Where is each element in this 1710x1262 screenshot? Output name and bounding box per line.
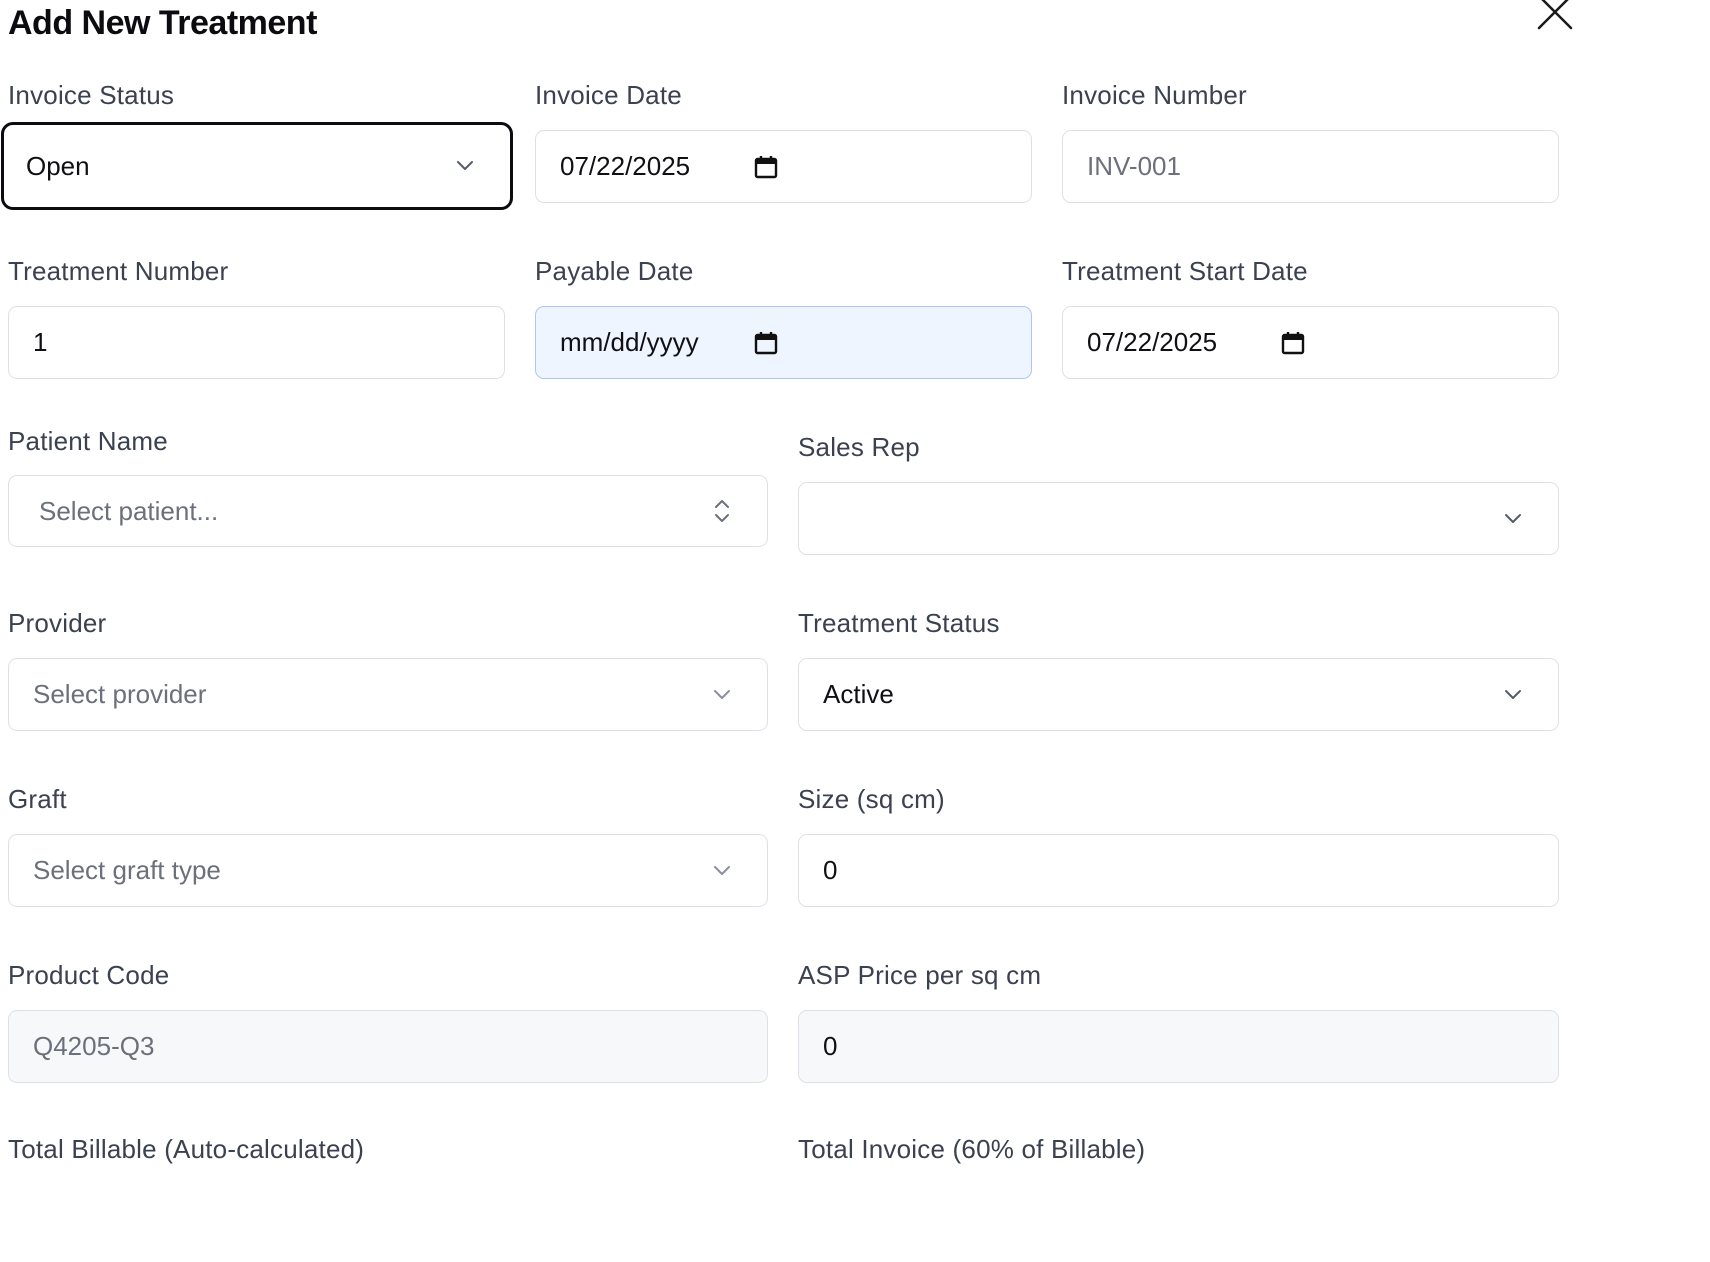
treatment-number-value: 1 [33, 327, 48, 357]
invoice-date-label: Invoice Date [535, 80, 682, 110]
treatment-status-value: Active [823, 679, 894, 709]
invoice-status-value: Open [26, 150, 90, 181]
calendar-icon[interactable] [754, 155, 778, 179]
product-code-placeholder: Q4205-Q3 [33, 1031, 155, 1061]
total-billable-label: Total Billable (Auto-calculated) [8, 1134, 365, 1164]
treatment-status-label: Treatment Status [798, 608, 1000, 638]
treatment-number-label: Treatment Number [8, 256, 229, 286]
invoice-date-value: 07/22/2025 [560, 151, 691, 181]
provider-label: Provider [8, 608, 107, 638]
calendar-icon[interactable] [1281, 331, 1305, 355]
invoice-number-input[interactable]: INV-001 [1062, 130, 1559, 203]
invoice-status-label: Invoice Status [8, 80, 175, 110]
close-icon[interactable] [1535, 0, 1575, 32]
graft-label: Graft [8, 784, 67, 814]
treatment-status-select[interactable]: Active [798, 658, 1559, 731]
treatment-start-date-input[interactable]: 07/22/2025 [1062, 306, 1559, 379]
size-label: Size (sq cm) [798, 784, 945, 814]
size-input[interactable]: 0 [798, 834, 1559, 907]
size-value: 0 [823, 855, 838, 885]
invoice-number-placeholder: INV-001 [1087, 151, 1181, 181]
chevron-down-icon [1505, 689, 1521, 699]
chevron-down-icon [1505, 513, 1521, 523]
invoice-number-label: Invoice Number [1062, 80, 1247, 110]
sales-rep-select[interactable] [798, 482, 1559, 555]
invoice-status-select[interactable]: Open [1, 122, 513, 210]
chevron-down-icon [457, 161, 473, 170]
product-code-input[interactable]: Q4205-Q3 [8, 1010, 768, 1083]
calendar-icon[interactable] [754, 331, 778, 355]
treatment-start-date-value: 07/22/2025 [1087, 327, 1218, 357]
graft-select[interactable]: Select graft type [8, 834, 768, 907]
sales-rep-label: Sales Rep [798, 432, 920, 462]
patient-name-combobox[interactable]: Select patient... [8, 475, 768, 547]
payable-date-label: Payable Date [535, 256, 694, 286]
total-invoice-label: Total Invoice (60% of Billable) [798, 1134, 1146, 1164]
graft-placeholder: Select graft type [33, 855, 221, 885]
payable-date-placeholder: mm/dd/yyyy [560, 327, 699, 357]
provider-select[interactable]: Select provider [8, 658, 768, 731]
invoice-date-input[interactable]: 07/22/2025 [535, 130, 1032, 203]
provider-placeholder: Select provider [33, 679, 207, 709]
treatment-start-date-label: Treatment Start Date [1062, 256, 1308, 286]
asp-price-label: ASP Price per sq cm [798, 960, 1042, 990]
patient-name-placeholder: Select patient... [39, 495, 219, 526]
asp-price-value: 0 [823, 1031, 838, 1061]
payable-date-input[interactable]: mm/dd/yyyy [535, 306, 1032, 379]
chevron-down-icon [714, 689, 730, 699]
chevron-down-icon [714, 865, 730, 875]
product-code-label: Product Code [8, 960, 170, 990]
asp-price-input[interactable]: 0 [798, 1010, 1559, 1083]
chevrons-up-down-icon [715, 500, 729, 522]
treatment-number-input[interactable]: 1 [8, 306, 505, 379]
dialog-title: Add New Treatment [8, 4, 317, 42]
patient-name-label: Patient Name [8, 426, 168, 456]
